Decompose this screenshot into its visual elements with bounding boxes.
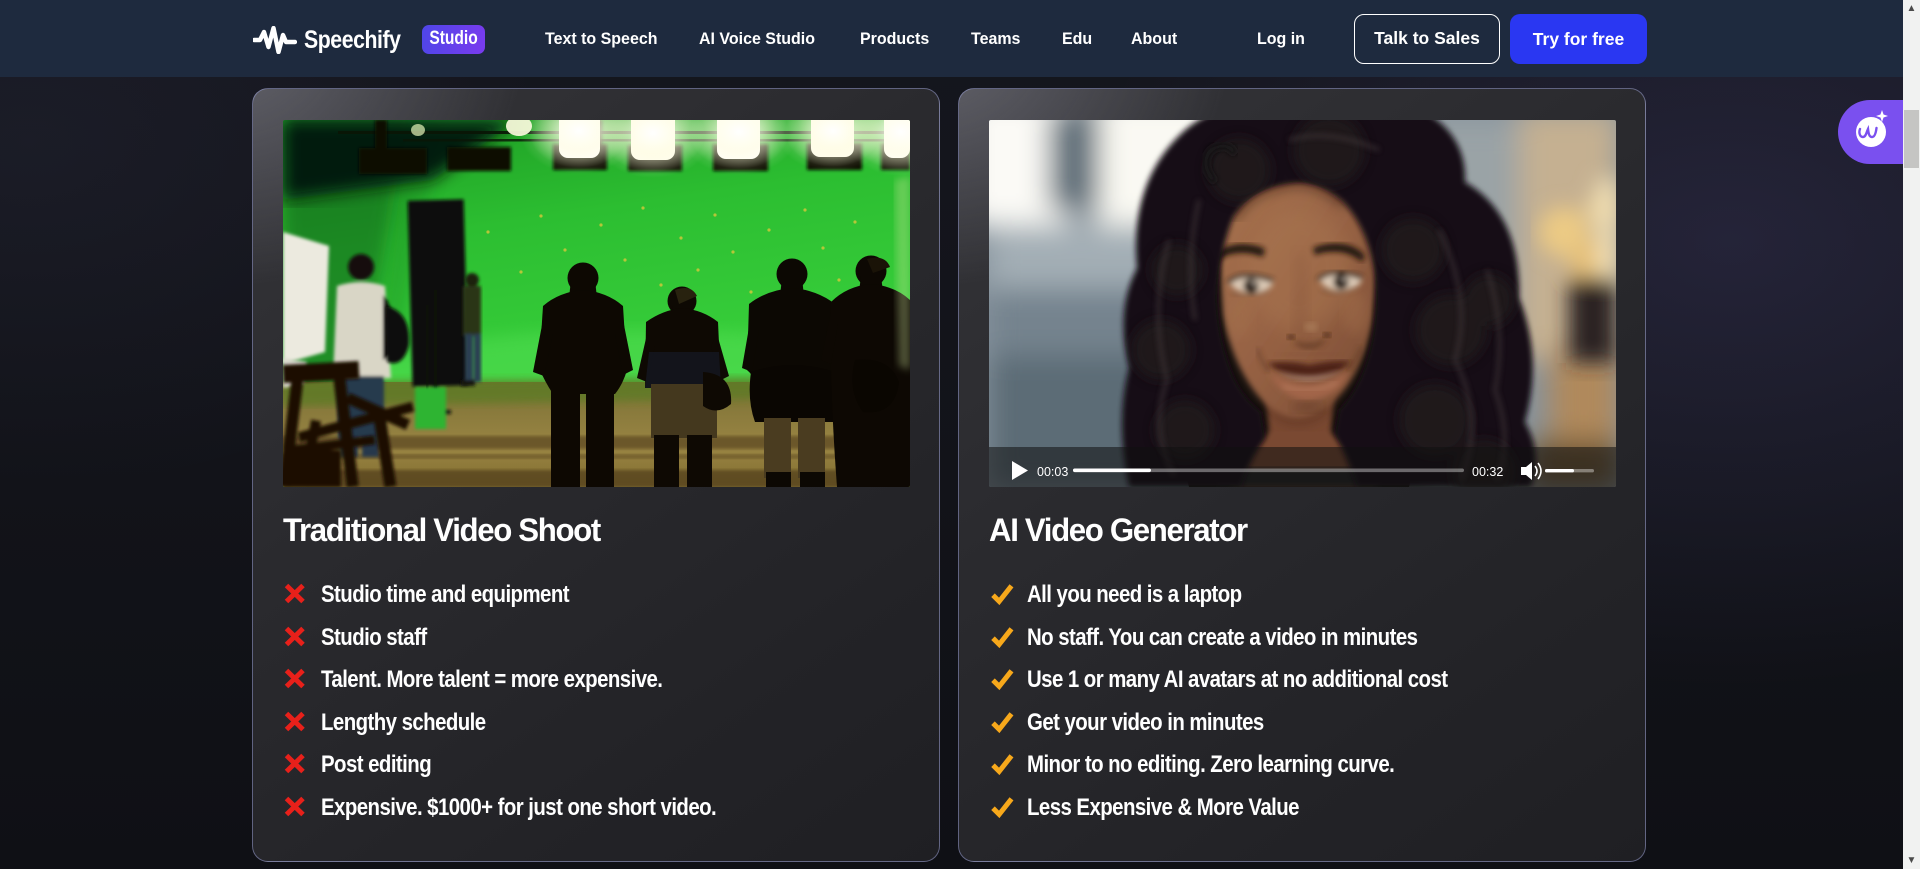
svg-text:00:32: 00:32	[1472, 465, 1503, 479]
svg-text:00:03: 00:03	[1037, 465, 1068, 479]
